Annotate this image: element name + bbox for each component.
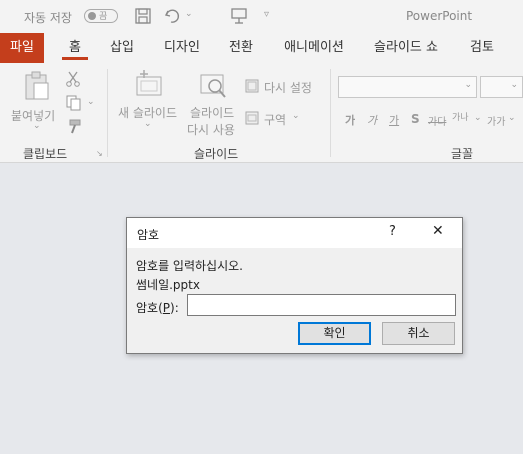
chevron-down-icon: ⌄ [510, 80, 518, 90]
divider [330, 69, 331, 157]
present-icon[interactable] [230, 7, 248, 28]
password-input[interactable] [187, 294, 456, 316]
strikethrough-button[interactable]: 가다 [428, 113, 446, 128]
format-painter-icon[interactable] [66, 119, 82, 138]
ribbon: 붙여넣기 ⌄ ⌄ 클립보드 ↘ 새 슬라이드 ⌄ 슬라이드 다시 사용 다시 설… [0, 63, 523, 163]
tab-file[interactable]: 파일 [0, 33, 44, 63]
ok-button[interactable]: 확인 [298, 322, 371, 345]
reset-label[interactable]: 다시 설정 [264, 79, 312, 96]
customize-toolbar-icon[interactable]: ▿ [264, 9, 269, 20]
bold-button[interactable]: 가 [345, 112, 355, 128]
cancel-button[interactable]: 취소 [382, 322, 455, 345]
clipboard-group-label: 클립보드 [23, 147, 68, 161]
paste-dropdown-icon[interactable]: ⌄ [33, 121, 41, 131]
section-label[interactable]: 구역 [264, 111, 286, 128]
password-dialog: 암호 ? ✕ 암호를 입력하십시오. 썸네일.pptx 암호(P): 확인 취소 [126, 217, 463, 354]
toggle-knob [88, 12, 96, 20]
ribbon-tabs: 파일 홈 삽입 디자인 전환 애니메이션 슬라이드 쇼 검토 [0, 33, 523, 63]
tab-slideshow[interactable]: 슬라이드 쇼 [368, 33, 444, 63]
autosave-state: 끔 [99, 12, 108, 22]
change-case-button[interactable]: 가가 [487, 113, 505, 128]
slides-group-label: 슬라이드 [194, 147, 239, 161]
shadow-button[interactable]: S [411, 112, 420, 126]
chevron-down-icon[interactable]: ⌄ [474, 113, 482, 123]
tab-insert[interactable]: 삽입 [104, 33, 140, 63]
help-button[interactable]: ? [389, 224, 396, 239]
title-bar: 자동 저장 끔 ⌄ ▿ PowerPoint [0, 0, 523, 33]
filename-text: 썸네일.pptx [136, 278, 200, 292]
tab-transitions[interactable]: 전환 [222, 33, 260, 63]
new-slide-icon[interactable] [134, 69, 164, 104]
label-accelerator: P [162, 301, 171, 315]
tab-home[interactable]: 홈 [60, 33, 90, 63]
italic-button[interactable]: 가 [367, 112, 377, 128]
new-slide-dropdown-icon[interactable]: ⌄ [144, 119, 152, 129]
section-dropdown-icon[interactable]: ⌄ [292, 111, 300, 121]
clipboard-launcher-icon[interactable]: ↘ [96, 149, 103, 158]
copy-icon[interactable] [66, 95, 82, 114]
app-title: PowerPoint [406, 9, 473, 23]
undo-icon[interactable] [163, 7, 181, 28]
font-size-dropdown[interactable]: ⌄ [480, 76, 523, 98]
tab-review[interactable]: 검토 [462, 33, 502, 63]
copy-dropdown-icon[interactable]: ⌄ [87, 97, 95, 107]
chevron-down-icon: ⌄ [464, 80, 472, 90]
dialog-title: 암호 [137, 228, 160, 242]
reuse-slides-label-line2[interactable]: 다시 사용 [187, 121, 235, 138]
dialog-title-bar[interactable]: 암호 ? ✕ [127, 218, 462, 248]
divider [107, 69, 108, 157]
paste-icon[interactable] [22, 71, 52, 106]
tab-design[interactable]: 디자인 [158, 33, 206, 63]
label-suffix: ): [170, 301, 179, 315]
close-button[interactable]: ✕ [432, 223, 444, 239]
prompt-text: 암호를 입력하십시오. [136, 259, 243, 273]
layout-icon[interactable] [245, 79, 259, 96]
password-field-label: 암호(P): [136, 299, 179, 316]
autosave-toggle[interactable]: 끔 [84, 9, 118, 23]
save-icon[interactable] [134, 7, 152, 28]
undo-dropdown-icon[interactable]: ⌄ [185, 9, 193, 19]
font-group-label: 글꼴 [451, 147, 474, 161]
tab-animations[interactable]: 애니메이션 [276, 33, 352, 63]
reuse-slides-label-line1[interactable]: 슬라이드 [190, 104, 234, 121]
section-icon[interactable] [245, 111, 259, 128]
underline-button[interactable]: 가 [389, 112, 399, 128]
autosave-label: 자동 저장 [24, 11, 72, 25]
reuse-slides-icon[interactable] [198, 69, 228, 104]
cut-icon[interactable] [66, 71, 80, 90]
character-spacing-button[interactable]: 가나 [452, 110, 469, 123]
label-prefix: 암호( [136, 301, 163, 315]
font-family-dropdown[interactable]: ⌄ [338, 76, 477, 98]
chevron-down-icon[interactable]: ⌄ [508, 113, 516, 123]
